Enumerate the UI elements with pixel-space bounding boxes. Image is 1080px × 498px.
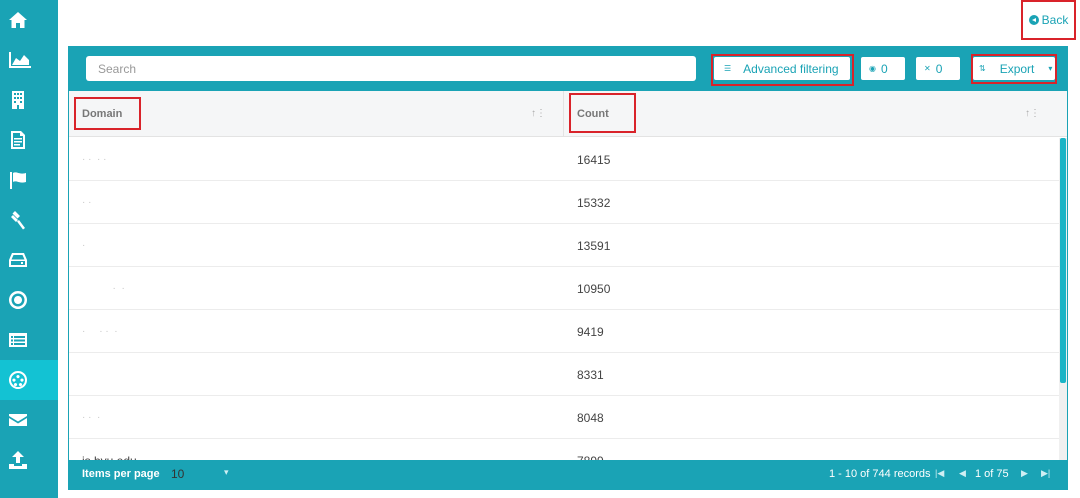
count-cell: 8048 <box>577 410 604 425</box>
lifebuoy-icon <box>8 291 27 309</box>
visible-columns-count: 0 <box>880 61 888 76</box>
sidebar-item-organizations[interactable] <box>0 80 58 120</box>
flag-icon <box>10 172 26 189</box>
visible-columns-button[interactable]: ◉ 0 <box>861 57 905 80</box>
list-icon <box>9 333 27 347</box>
home-icon <box>9 12 27 28</box>
sidebar-item-actions[interactable] <box>0 200 58 240</box>
first-page-icon[interactable]: |◀ <box>935 468 944 479</box>
sidebar-item-upload[interactable] <box>0 440 58 480</box>
domain-cell: · · · <box>82 412 101 423</box>
table-toolbar: ☰ Advanced filtering ◉ 0 ✕ 0 ⇅ Export ▾ <box>69 47 1067 91</box>
sidebar-item-storage[interactable] <box>0 240 58 280</box>
sidebar-item-lists[interactable] <box>0 320 58 360</box>
sidebar-item-network[interactable] <box>0 360 58 400</box>
export-button[interactable]: ⇅ Export ▾ <box>973 57 1055 80</box>
domain-cell: · · · · <box>82 326 118 337</box>
advanced-filtering-label: Advanced filtering <box>743 61 839 76</box>
export-label: Export <box>999 61 1035 76</box>
domain-cell: is.byu.edu <box>82 439 137 461</box>
domain-cell: · <box>82 240 86 251</box>
table-row[interactable]: · 13591 <box>69 224 1059 267</box>
page-indicator: 1 of 75 <box>975 468 1009 480</box>
hidden-columns-count: 0 <box>935 61 943 76</box>
sidebar-item-reports[interactable] <box>0 120 58 160</box>
count-cell: 8331 <box>577 367 604 382</box>
sort-count-icon[interactable]: ↑⋮ <box>1025 108 1040 119</box>
items-per-page-label: Items per page <box>82 468 160 480</box>
count-cell: 7899 <box>577 439 604 461</box>
area-chart-icon <box>9 52 31 68</box>
table-row[interactable]: · · · 8048 <box>69 396 1059 439</box>
advanced-filtering-button[interactable]: ☰ Advanced filtering <box>714 57 850 80</box>
search-input[interactable] <box>86 56 696 81</box>
table-row[interactable]: · · 15332 <box>69 181 1059 224</box>
records-summary: 1 - 10 of 744 records <box>829 468 931 480</box>
chevron-down-icon[interactable]: ▾ <box>224 467 229 478</box>
count-cell: 15332 <box>577 195 611 210</box>
table-header: Domain ↑⋮ Count ↑⋮ <box>69 91 1067 137</box>
table-body: · · · · 16415 · · 15332 · 13591 · · 1095… <box>69 138 1059 460</box>
sidebar-item-support[interactable] <box>0 280 58 320</box>
export-icon: ⇅ <box>979 64 986 73</box>
envelope-icon <box>9 414 27 426</box>
hard-drive-icon <box>9 253 27 267</box>
table-row[interactable]: is.byu.edu 7899 <box>69 439 1059 461</box>
column-divider <box>563 91 564 137</box>
domain-cell: · · <box>82 283 125 294</box>
prev-page-icon[interactable]: ◀ <box>959 468 966 479</box>
count-cell: 10950 <box>577 281 611 296</box>
hidden-columns-button[interactable]: ✕ 0 <box>916 57 960 80</box>
items-per-page-select[interactable]: 10 <box>171 467 184 481</box>
column-header-domain[interactable]: Domain <box>82 91 122 137</box>
table-scrollbar[interactable] <box>1059 138 1067 460</box>
domain-cell: · · · · <box>82 154 107 165</box>
last-page-icon[interactable]: ▶| <box>1041 468 1050 479</box>
gavel-icon <box>11 211 25 230</box>
count-cell: 16415 <box>577 152 611 167</box>
table-footer: Items per page 10 ▾ 1 - 10 of 744 record… <box>69 460 1067 489</box>
upload-icon <box>9 451 27 469</box>
count-cell: 9419 <box>577 324 604 339</box>
document-icon <box>11 131 25 149</box>
table-row[interactable]: · · 10950 <box>69 267 1059 310</box>
back-highlight: Back <box>1021 0 1076 40</box>
building-icon <box>12 91 24 109</box>
domain-table-panel: ☰ Advanced filtering ◉ 0 ✕ 0 ⇅ Export ▾ … <box>68 46 1068 490</box>
hide-icon: ✕ <box>924 64 931 73</box>
sidebar-item-home[interactable] <box>0 0 58 40</box>
sidebar <box>0 0 58 498</box>
sidebar-item-flags[interactable] <box>0 160 58 200</box>
table-row[interactable]: · · · · 16415 <box>69 138 1059 181</box>
domain-cell: · · <box>82 197 92 208</box>
table-row[interactable]: 8331 <box>69 353 1059 396</box>
count-cell: 13591 <box>577 238 611 253</box>
back-arrow-icon <box>1028 15 1039 25</box>
network-icon <box>8 371 27 389</box>
next-page-icon[interactable]: ▶ <box>1021 468 1028 479</box>
back-label: Back <box>1041 13 1069 27</box>
column-header-count[interactable]: Count <box>577 91 609 137</box>
back-link[interactable]: Back <box>1028 13 1069 27</box>
scrollbar-thumb[interactable] <box>1060 138 1066 383</box>
sidebar-item-analytics[interactable] <box>0 40 58 80</box>
chevron-down-icon: ▾ <box>1048 64 1053 73</box>
sidebar-item-messages[interactable] <box>0 400 58 440</box>
sort-domain-icon[interactable]: ↑⋮ <box>531 108 546 119</box>
eye-icon: ◉ <box>869 64 876 73</box>
filter-icon: ☰ <box>724 64 732 73</box>
table-row[interactable]: · · · · 9419 <box>69 310 1059 353</box>
